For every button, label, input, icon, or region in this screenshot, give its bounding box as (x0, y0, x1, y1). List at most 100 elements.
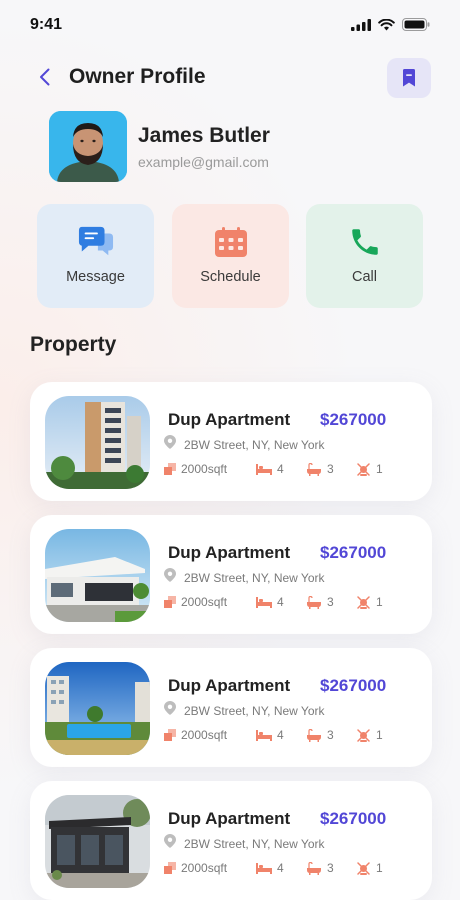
property-price: $267000 (320, 809, 387, 828)
calendar-icon (213, 224, 249, 260)
location-pin-icon (164, 701, 176, 715)
feature-beds: 4 (256, 861, 284, 875)
parking-value: 1 (376, 861, 383, 875)
back-button[interactable] (32, 64, 58, 90)
property-image (45, 529, 150, 622)
property-card[interactable]: Dup Apartment $267000 2BW Street, NY, Ne… (30, 382, 432, 501)
property-price: $267000 (320, 676, 387, 695)
schedule-label: Schedule (200, 269, 261, 285)
bathtub-icon (307, 462, 321, 476)
location-pin-icon (164, 435, 176, 449)
bed-icon (256, 597, 272, 608)
bed-icon (256, 863, 272, 874)
status-bar: 9:41 (0, 0, 460, 50)
phone-icon (347, 224, 383, 260)
property-image (45, 396, 150, 489)
call-button[interactable]: Call (306, 204, 423, 308)
property-address: 2BW Street, NY, New York (184, 571, 325, 585)
parking-value: 1 (376, 462, 383, 476)
owner-email: example@gmail.com (138, 154, 269, 170)
parking-value: 1 (376, 595, 383, 609)
property-name: Dup Apartment (168, 676, 291, 695)
feature-area: 2000sqft (164, 861, 227, 875)
property-image (45, 662, 150, 755)
property-card[interactable]: Dup Apartment $267000 2BW Street, NY, Ne… (30, 515, 432, 634)
signal-icon (351, 18, 371, 31)
area-value: 2000sqft (181, 861, 228, 875)
property-address: 2BW Street, NY, New York (184, 704, 325, 718)
property-card[interactable]: Dup Apartment $267000 2BW Street, NY, Ne… (30, 781, 432, 900)
parking-icon (357, 728, 370, 742)
call-label: Call (352, 269, 377, 285)
beds-value: 4 (277, 861, 284, 875)
chat-bubble-icon (78, 224, 114, 260)
area-value: 2000sqft (181, 595, 228, 609)
property-name: Dup Apartment (168, 410, 291, 429)
location-pin-icon (164, 834, 176, 848)
parking-icon (357, 462, 370, 476)
feature-beds: 4 (256, 728, 284, 742)
feature-parking: 1 (356, 462, 383, 476)
baths-value: 3 (327, 462, 334, 476)
message-button[interactable]: Message (37, 204, 154, 308)
section-title-property: Property (30, 333, 117, 356)
beds-value: 4 (277, 595, 284, 609)
beds-value: 4 (277, 728, 284, 742)
feature-baths: 3 (306, 728, 334, 742)
bookmark-icon (403, 69, 415, 87)
property-price: $267000 (320, 410, 387, 429)
property-card[interactable]: Dup Apartment $267000 2BW Street, NY, Ne… (30, 648, 432, 767)
feature-baths: 3 (306, 861, 334, 875)
chevron-left-icon (40, 68, 50, 86)
feature-parking: 1 (356, 595, 383, 609)
baths-value: 3 (327, 595, 334, 609)
parking-value: 1 (376, 728, 383, 742)
message-label: Message (66, 269, 125, 285)
parking-icon (357, 595, 370, 609)
avatar-image (49, 111, 127, 182)
wifi-icon (378, 18, 395, 30)
status-time: 9:41 (30, 16, 63, 33)
property-name: Dup Apartment (168, 809, 291, 828)
parking-icon (357, 861, 370, 875)
schedule-button[interactable]: Schedule (172, 204, 289, 308)
feature-area: 2000sqft (164, 462, 227, 476)
property-name: Dup Apartment (168, 543, 291, 562)
bathtub-icon (307, 728, 321, 742)
location-pin-icon (164, 568, 176, 582)
area-icon (164, 596, 176, 608)
bed-icon (256, 730, 272, 741)
avatar (49, 111, 127, 182)
bookmark-button[interactable] (387, 58, 431, 98)
feature-beds: 4 (256, 462, 284, 476)
bed-icon (256, 464, 272, 475)
feature-parking: 1 (356, 861, 383, 875)
owner-info: James Butler example@gmail.com (49, 110, 429, 182)
battery-icon (402, 18, 430, 31)
feature-beds: 4 (256, 595, 284, 609)
feature-area: 2000sqft (164, 728, 227, 742)
property-image (45, 795, 150, 888)
feature-parking: 1 (356, 728, 383, 742)
quick-actions: Message Schedule Call (37, 204, 423, 308)
status-icons (351, 18, 430, 31)
feature-baths: 3 (306, 595, 334, 609)
area-icon (164, 729, 176, 741)
beds-value: 4 (277, 462, 284, 476)
feature-baths: 3 (306, 462, 334, 476)
bathtub-icon (307, 861, 321, 875)
area-icon (164, 463, 176, 475)
baths-value: 3 (327, 728, 334, 742)
header: Owner Profile (0, 56, 460, 98)
property-address: 2BW Street, NY, New York (184, 837, 325, 851)
area-value: 2000sqft (181, 462, 228, 476)
area-value: 2000sqft (181, 728, 228, 742)
page-title: Owner Profile (69, 65, 206, 88)
area-icon (164, 862, 176, 874)
property-address: 2BW Street, NY, New York (184, 438, 325, 452)
baths-value: 3 (327, 861, 334, 875)
property-price: $267000 (320, 543, 387, 562)
feature-area: 2000sqft (164, 595, 227, 609)
owner-name: James Butler (138, 124, 270, 147)
bathtub-icon (307, 595, 321, 609)
